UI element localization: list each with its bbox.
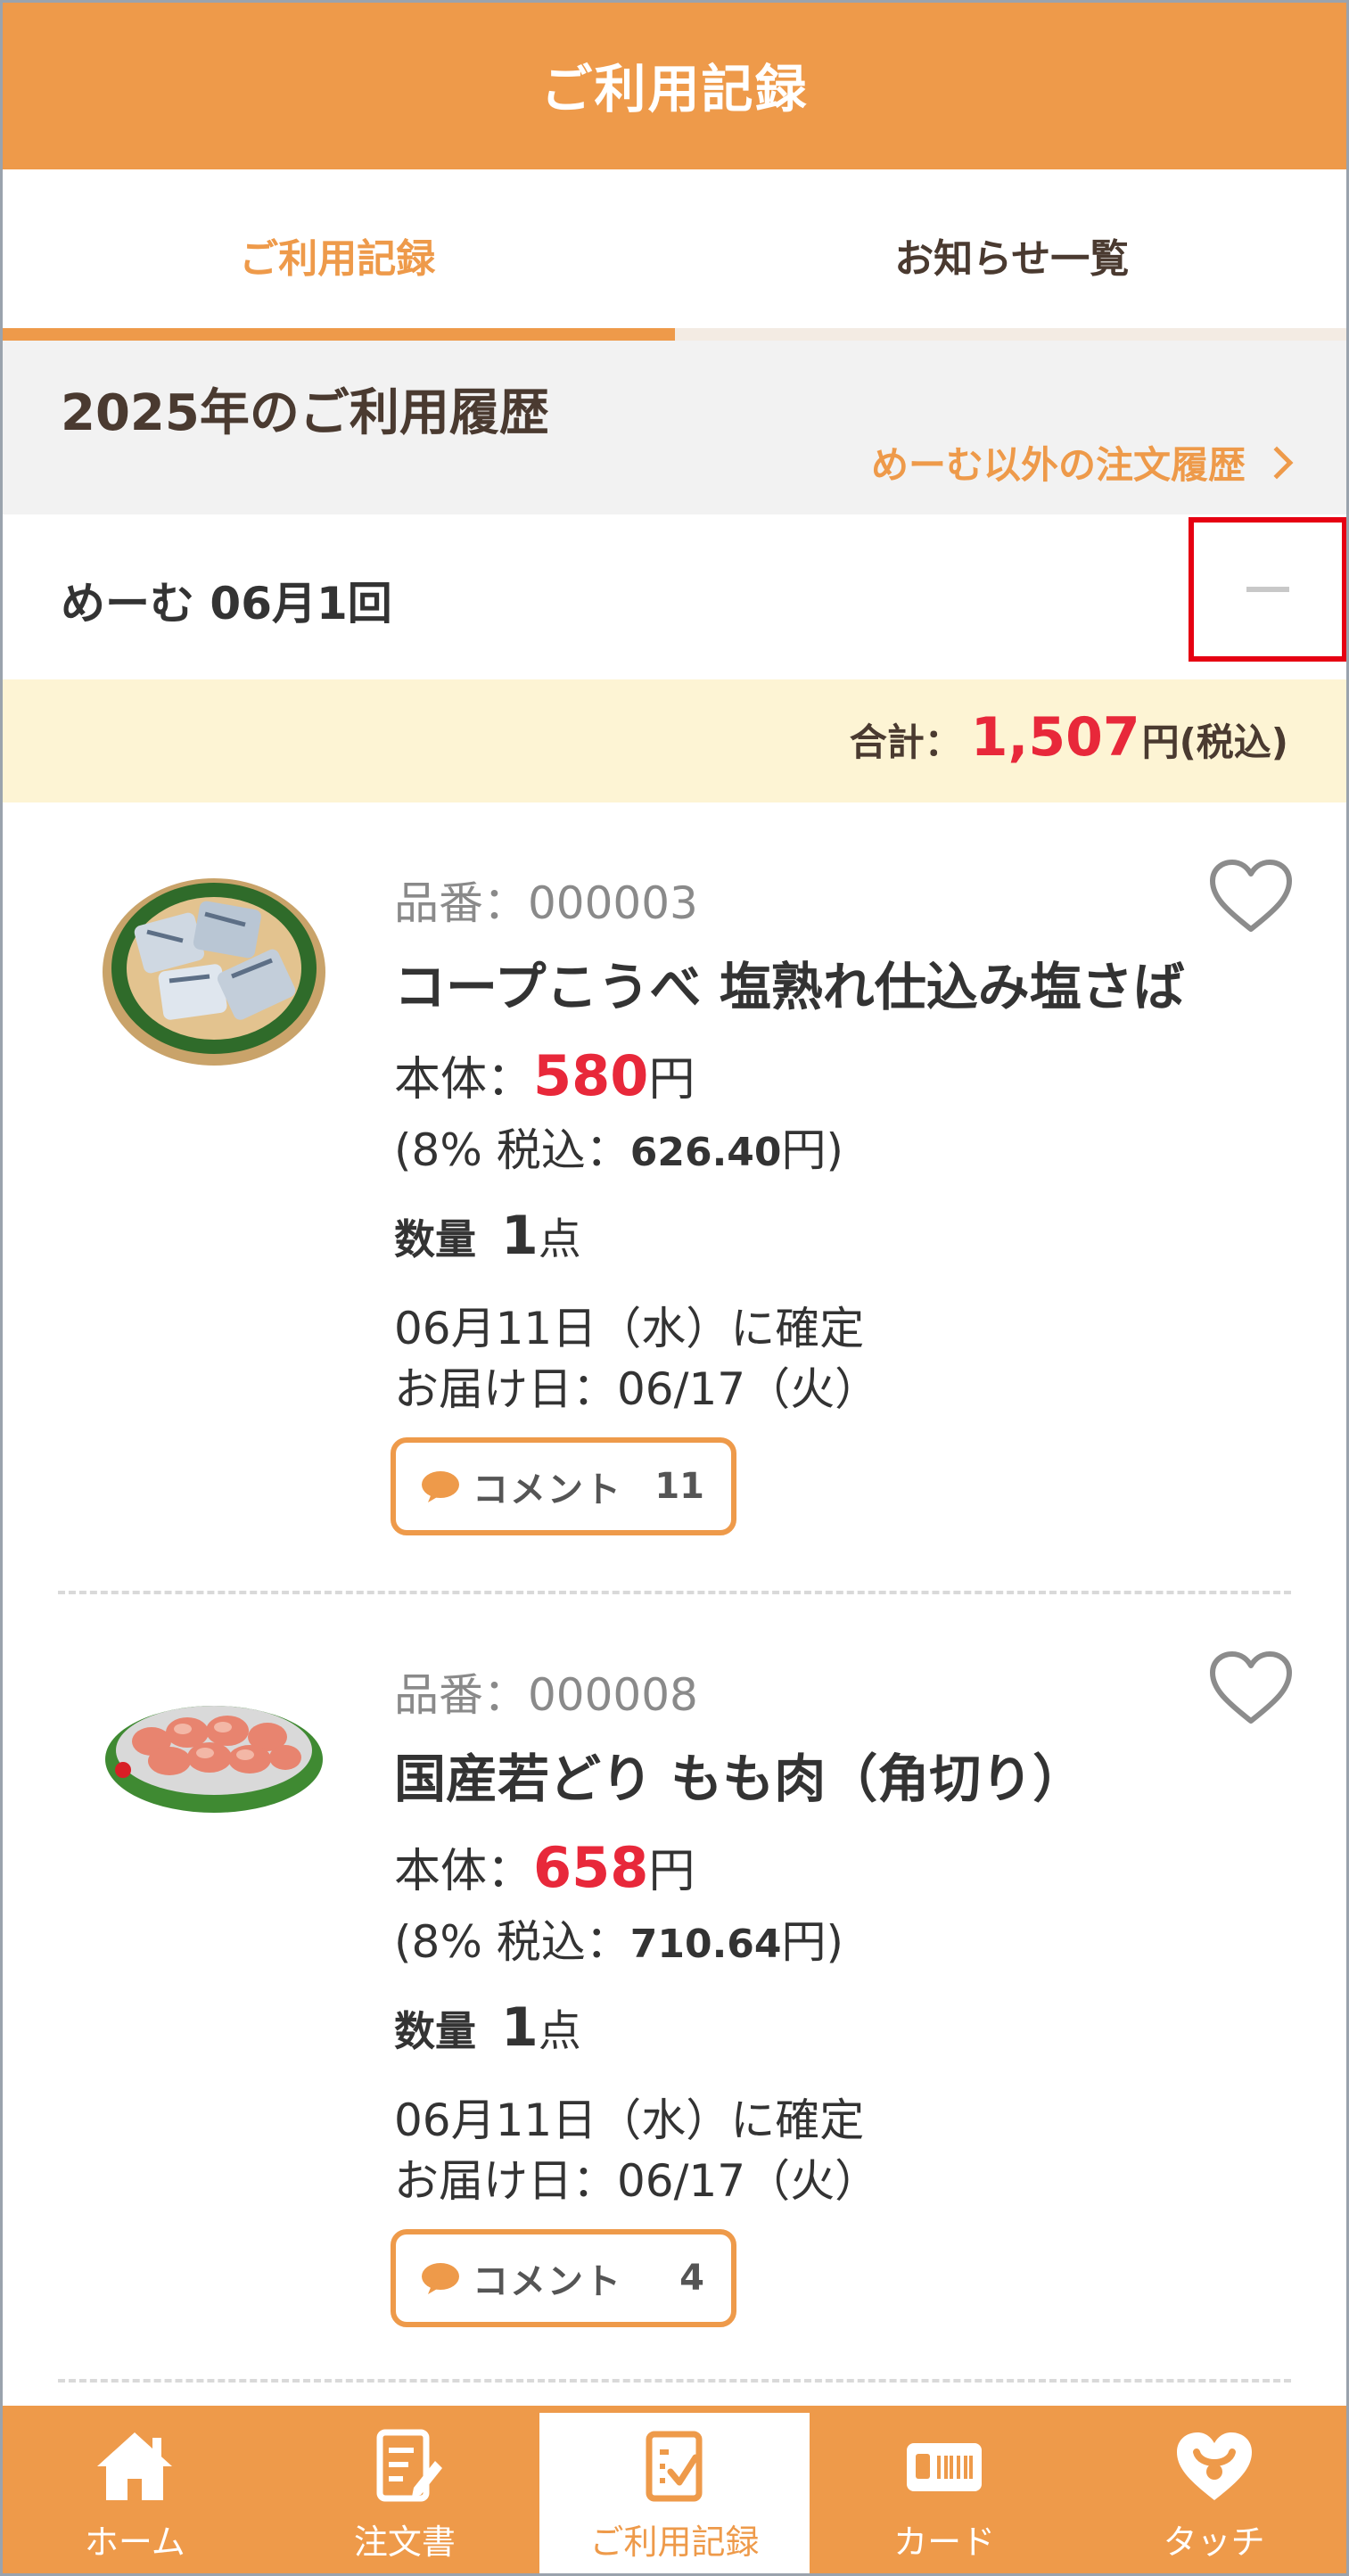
tab-notifications[interactable]: お知らせ一覧 — [675, 169, 1349, 341]
order-item: 品番：000003 コープこうべ 塩熟れ仕込み塩さば 本体： 580 円 (8%… — [0, 802, 1349, 1596]
tab-underline-track — [675, 328, 1349, 341]
delivery-date: お届け日：06/17（火） — [394, 1363, 880, 1415]
total-label: 合計： — [849, 720, 962, 764]
product-number: 品番：000003 — [394, 877, 698, 929]
speech-bubble-icon — [422, 1471, 459, 1502]
tab-bar: ご利用記録 お知らせ一覧 — [0, 169, 1349, 341]
comment-button[interactable]: コメント 4 — [391, 2229, 736, 2327]
nav-order-form[interactable]: 注文書 — [270, 2406, 540, 2576]
product-number: 品番：000008 — [394, 1669, 698, 1721]
price-value: 580 — [533, 1043, 649, 1108]
quantity-unit: 点 — [538, 1214, 581, 1264]
total-amount: 1,507 — [970, 706, 1140, 769]
item-divider — [58, 2379, 1291, 2383]
tab-usage-record[interactable]: ご利用記録 — [0, 169, 675, 341]
quantity-value: 1 — [501, 1205, 539, 1267]
heart-icon[interactable] — [1208, 858, 1294, 934]
price-unit: 円 — [648, 1845, 695, 1898]
history-header: 2025年のご利用履歴 めーむ以外の注文履歴 — [0, 341, 1349, 514]
heart-icon[interactable] — [1208, 1650, 1294, 1726]
product-price: 本体： 580 円 — [394, 1041, 695, 1108]
price-value: 658 — [533, 1835, 649, 1900]
comment-button[interactable]: コメント 11 — [391, 1437, 736, 1535]
product-image-chicken[interactable] — [98, 1652, 330, 1857]
page-title: ご利用記録 — [540, 59, 809, 119]
nav-home-label: ホーム — [84, 2523, 185, 2562]
delivery-date: お届け日：06/17（火） — [394, 2155, 880, 2207]
comment-label: コメント — [473, 2261, 622, 2302]
card-icon — [907, 2443, 983, 2491]
total-bar: 合計： 1,507 円 (税込) — [0, 679, 1349, 802]
nav-touch[interactable]: タッチ — [1079, 2406, 1349, 2576]
touch-icon — [1176, 2432, 1252, 2500]
price-unit: 円 — [648, 1053, 695, 1107]
tax-value: 710.64 — [629, 1922, 782, 1967]
quantity-label: 数量 — [394, 2007, 476, 2055]
tax-value: 626.40 — [629, 1130, 782, 1175]
comment-label: コメント — [473, 1469, 622, 1510]
nav-touch-label: タッチ — [1163, 2523, 1265, 2562]
other-orders-link[interactable]: めーむ以外の注文履歴 — [870, 435, 1294, 490]
nav-usage-record[interactable]: ご利用記録 — [539, 2413, 810, 2576]
quantity: 数量 1 点 — [394, 1996, 581, 2059]
nav-usage-record-label: ご利用記録 — [589, 2523, 760, 2562]
price-label: 本体： — [394, 1845, 534, 1898]
product-name[interactable]: 国産若どり もも肉（角切り） — [394, 1737, 1084, 1812]
tax-suffix: 円) — [781, 1124, 844, 1176]
total-currency: 円 — [1141, 720, 1180, 764]
order-form-icon — [376, 2429, 442, 2502]
app-header: ご利用記録 — [0, 0, 1349, 169]
confirm-date: 06月11日（水）に確定 — [394, 2095, 865, 2146]
tax-included-price: (8% 税込：710.64円) — [394, 1906, 843, 1971]
minus-icon — [1246, 587, 1289, 592]
quantity-value: 1 — [501, 1996, 539, 2059]
tax-prefix: (8% 税込： — [394, 1124, 630, 1176]
product-image-mackerel[interactable] — [98, 865, 330, 1070]
history-year-title: 2025年のご利用履歴 — [61, 384, 549, 442]
quantity-label: 数量 — [394, 1215, 476, 1263]
usage-record-icon — [646, 2431, 703, 2502]
comment-count: 4 — [679, 2258, 704, 2299]
order-total: 合計： 1,507 円 (税込) — [850, 706, 1288, 769]
tax-included-price: (8% 税込：626.40円) — [394, 1115, 843, 1179]
nav-card-label: カード — [893, 2523, 996, 2562]
order-group-header[interactable]: めーむ 06月1回 — [0, 514, 1349, 679]
tax-prefix: (8% 税込： — [394, 1916, 630, 1968]
comment-count: 11 — [654, 1466, 704, 1507]
speech-bubble-icon — [422, 2263, 459, 2294]
nav-order-form-label: 注文書 — [353, 2523, 456, 2562]
product-price: 本体： 658 円 — [394, 1833, 695, 1900]
nav-home[interactable]: ホーム — [0, 2406, 270, 2576]
home-icon — [97, 2432, 173, 2500]
chevron-right-icon — [1260, 446, 1294, 479]
quantity-unit: 点 — [538, 2006, 581, 2056]
tax-suffix: 円) — [781, 1916, 844, 1968]
confirm-date: 06月11日（水）に確定 — [394, 1303, 865, 1354]
price-label: 本体： — [394, 1053, 534, 1107]
other-orders-link-label: めーむ以外の注文履歴 — [870, 443, 1246, 487]
quantity: 数量 1 点 — [394, 1204, 581, 1267]
order-group-title: めーむ 06月1回 — [61, 578, 392, 630]
collapse-button[interactable] — [1189, 517, 1347, 662]
nav-card[interactable]: カード — [810, 2406, 1080, 2576]
order-item: 品番：000008 国産若どり もも肉（角切り） 本体： 658 円 (8% 税… — [0, 1594, 1349, 2388]
total-tax-note: (税込) — [1179, 720, 1288, 764]
bottom-nav: ホーム 注文書 ご利用記録 カード タッチ — [0, 2406, 1349, 2576]
product-name[interactable]: コープこうべ 塩熟れ仕込み塩さば — [394, 945, 1185, 1020]
